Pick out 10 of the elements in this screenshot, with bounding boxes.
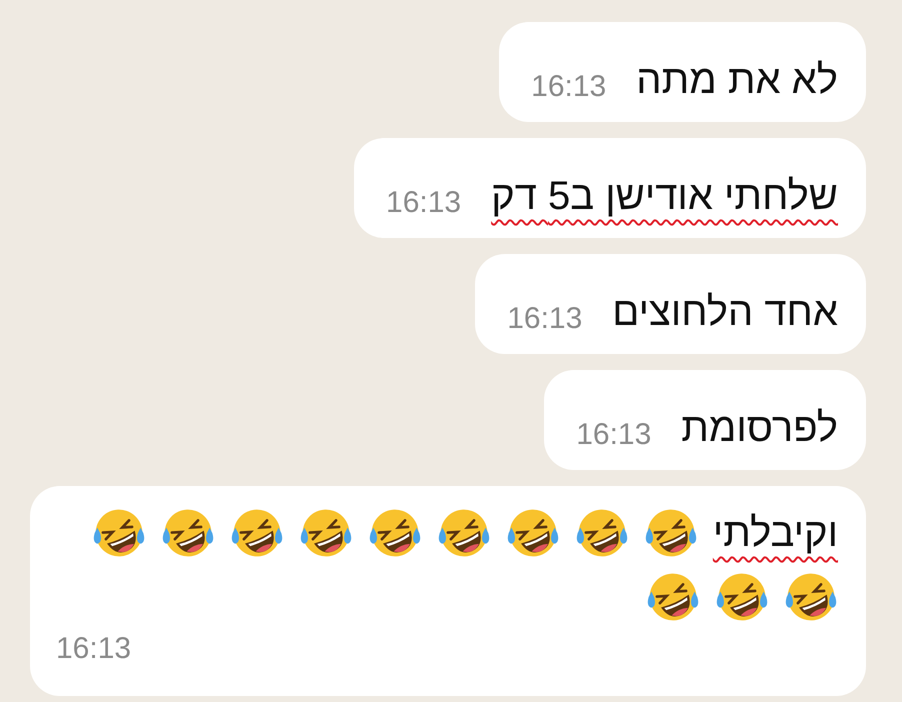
- message-time: 16:13: [576, 418, 652, 452]
- message-time: 16:13: [507, 302, 582, 336]
- message-text: לפרסומת: [681, 405, 838, 452]
- message-text: וקיבלתי: [712, 510, 838, 557]
- message-text: שלחתי אודישן ב5 דק: [491, 173, 838, 220]
- message-time: 16:13: [531, 70, 606, 104]
- message-text: אחד הלחוצים: [612, 289, 838, 336]
- message-time: 16:13: [56, 632, 132, 666]
- message-text: לא את מתה: [636, 57, 838, 104]
- message-time: 16:13: [386, 186, 462, 220]
